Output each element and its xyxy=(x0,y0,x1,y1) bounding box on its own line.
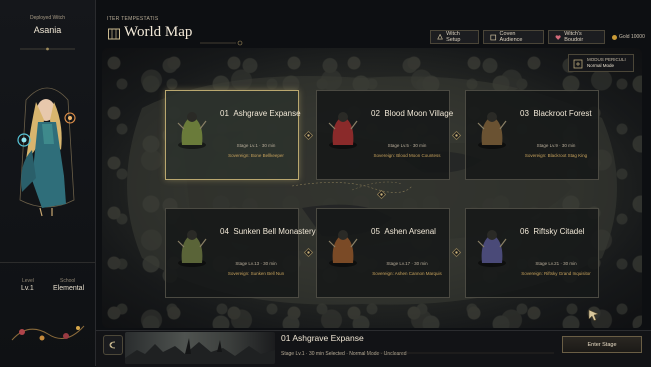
mode-selector[interactable]: MODUS PERICULI Normal Mode xyxy=(568,54,634,72)
witch-portrait[interactable] xyxy=(6,80,89,220)
stage-title: 04 Sunken Bell Monastery xyxy=(220,227,316,236)
deployed-label: Deployed Witch xyxy=(29,15,65,21)
back-arrow-icon xyxy=(109,341,116,349)
stage-name: Ashen Arsenal xyxy=(384,227,436,236)
stage-name: Blackroot Forest xyxy=(533,109,592,118)
route-node-icon xyxy=(303,244,314,258)
level-label: Level xyxy=(22,278,34,284)
enter-stage-label: Enter Stage xyxy=(587,341,617,348)
stage-number: 05 xyxy=(371,227,380,236)
stage-thumbnail xyxy=(125,332,275,364)
map-icon xyxy=(107,27,121,41)
level-value: Lv.1 xyxy=(21,285,34,292)
coin-icon xyxy=(612,34,617,40)
stage-title: 03 Blackroot Forest xyxy=(520,109,592,118)
ornament-divider xyxy=(20,38,75,51)
stage-name: Sunken Bell Monastery xyxy=(233,227,316,236)
route-node-icon xyxy=(376,186,387,200)
stage-number: 04 xyxy=(220,227,229,236)
enter-stage-button[interactable]: Enter Stage xyxy=(562,336,642,353)
route-node-icon xyxy=(303,127,314,141)
stage-title: 06 Riftsky Citadel xyxy=(520,227,584,236)
cursor-icon xyxy=(588,308,600,321)
stage-card[interactable]: 05 Ashen Arsenal Stage Lv.17 · 30 min Sove… xyxy=(316,208,450,298)
heart-icon xyxy=(555,34,561,40)
stage-title: 05 Ashen Arsenal xyxy=(371,227,436,236)
stage-card[interactable]: 01 Ashgrave Expanse Stage Lv.1 · 30 min So… xyxy=(165,90,301,180)
stage-meta: Stage Lv.21 · 30 min xyxy=(535,261,577,266)
selected-stage-name: 01 Ashgrave Expanse xyxy=(281,333,364,343)
stage-name: Blood Moon Village xyxy=(384,109,454,118)
page-subtitle: ITER TEMPESTATIS xyxy=(107,16,159,22)
witch-setup-icon xyxy=(437,33,443,39)
title-ornament xyxy=(200,33,245,46)
stage-number: 03 xyxy=(520,109,529,118)
gold-amount: Gold 10000 xyxy=(619,34,645,40)
stage-number: 06 xyxy=(520,227,529,236)
route-node-icon xyxy=(451,244,462,258)
witch-panel: Deployed Witch Asania Level Lv.1 School … xyxy=(0,0,96,366)
stage-card[interactable]: 03 Blackroot Forest Stage Lv.9 · 30 min So… xyxy=(465,90,599,180)
stage-card[interactable]: 02 Blood Moon Village Stage Lv.5 · 30 min… xyxy=(316,90,453,180)
stage-name: Ashgrave Expanse xyxy=(233,109,301,118)
route-node-icon xyxy=(451,127,462,141)
stage-name: Riftsky Citadel xyxy=(533,227,585,236)
stage-number: 02 xyxy=(371,109,380,118)
witch-boudoir-label: Witch's Boudoir xyxy=(564,31,584,43)
stage-title: 01 Ashgrave Expanse xyxy=(220,109,301,118)
bottom-divider xyxy=(364,342,564,354)
school-value: Elemental xyxy=(53,285,85,292)
coven-audience-button[interactable]: Coven Audience xyxy=(483,30,544,44)
school-label: School xyxy=(60,278,76,284)
stage-number: 01 xyxy=(220,109,229,118)
witch-name: Asania xyxy=(33,25,62,35)
mode-icon xyxy=(573,59,583,69)
stage-sovereign: Sovereign: Blackroot Stag King xyxy=(524,153,588,158)
stage-card[interactable]: 06 Riftsky Citadel Stage Lv.21 · 30 min So… xyxy=(465,208,599,298)
stage-card[interactable]: 04 Sunken Bell Monastery Stage Lv.13 · 30… xyxy=(165,208,316,298)
stage-meta: Stage Lv.9 · 30 min xyxy=(536,143,576,148)
coven-audience-label: Coven Audience xyxy=(499,31,523,43)
coven-icon xyxy=(490,34,497,40)
page-title: World Map xyxy=(124,24,193,40)
back-button[interactable] xyxy=(103,335,123,355)
witch-boudoir-button[interactable]: Witch's Boudoir xyxy=(548,30,605,44)
mode-value: Normal Mode xyxy=(587,63,615,68)
witch-setup-label: Witch Setup xyxy=(446,31,461,43)
stage-title: 02 Blood Moon Village xyxy=(371,109,453,118)
gold-display: Gold 10000 xyxy=(612,34,645,40)
witch-setup-button[interactable]: Witch Setup xyxy=(430,30,479,44)
divider xyxy=(0,262,95,263)
stage-sovereign: Sovereign: Riftsky Grand Inquisitor xyxy=(521,271,591,276)
floral-ornament xyxy=(8,316,88,346)
